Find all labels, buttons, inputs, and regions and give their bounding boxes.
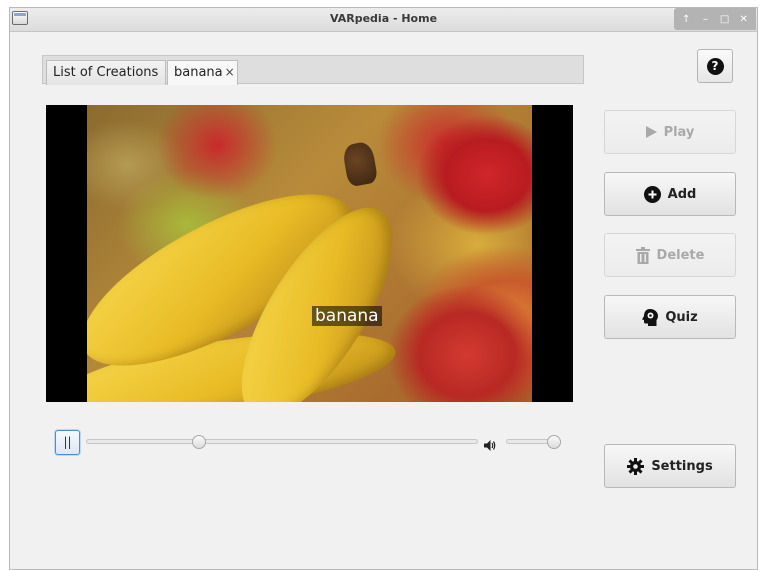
media-view[interactable]: banana: [46, 105, 573, 402]
video-subtitle: banana: [312, 306, 382, 326]
window-title: VARpedia - Home: [329, 12, 438, 25]
up-arrow-icon[interactable]: ↑: [679, 14, 693, 25]
tab-close-icon[interactable]: ×: [225, 65, 235, 79]
trash-icon: [635, 246, 650, 264]
seek-slider-track[interactable]: [86, 439, 478, 444]
video-frame: banana: [87, 105, 532, 402]
play-icon: [645, 126, 657, 138]
close-icon[interactable]: ✕: [737, 14, 751, 25]
delete-button-label: Delete: [656, 247, 705, 263]
help-icon: ?: [706, 57, 724, 75]
add-button-label: Add: [667, 186, 697, 202]
volume-icon: [484, 436, 496, 455]
tab-list-of-creations[interactable]: List of Creations: [46, 60, 166, 85]
title-bar: VARpedia - Home ↑ – □ ✕: [10, 8, 757, 32]
add-button[interactable]: Add: [604, 172, 736, 216]
quiz-button-label: Quiz: [665, 309, 698, 325]
maximize-icon[interactable]: □: [718, 14, 732, 25]
help-button[interactable]: ?: [697, 49, 733, 83]
seek-slider-thumb[interactable]: [191, 435, 206, 449]
plus-circle-icon: [643, 185, 661, 203]
play-button-label: Play: [663, 124, 695, 140]
tab-bar: List of Creations banana ×: [42, 55, 584, 85]
delete-button[interactable]: Delete: [604, 233, 736, 277]
brain-head-icon: [642, 308, 659, 326]
tab-label: banana: [174, 65, 223, 80]
minimize-icon[interactable]: –: [698, 14, 712, 25]
app-window: VARpedia - Home ↑ – □ ✕ List of Creation…: [9, 7, 758, 570]
quiz-button[interactable]: Quiz: [604, 295, 736, 339]
settings-button-label: Settings: [651, 458, 713, 474]
volume-slider-thumb[interactable]: [547, 435, 561, 449]
banana-stem: [341, 140, 379, 188]
settings-button[interactable]: Settings: [604, 444, 736, 488]
pause-button[interactable]: ||: [55, 430, 80, 455]
gear-icon: [627, 457, 645, 475]
play-button[interactable]: Play: [604, 110, 736, 154]
window-controls: ↑ – □ ✕: [674, 8, 756, 30]
tab-banana[interactable]: banana ×: [167, 60, 238, 85]
tab-label: List of Creations: [53, 65, 159, 80]
